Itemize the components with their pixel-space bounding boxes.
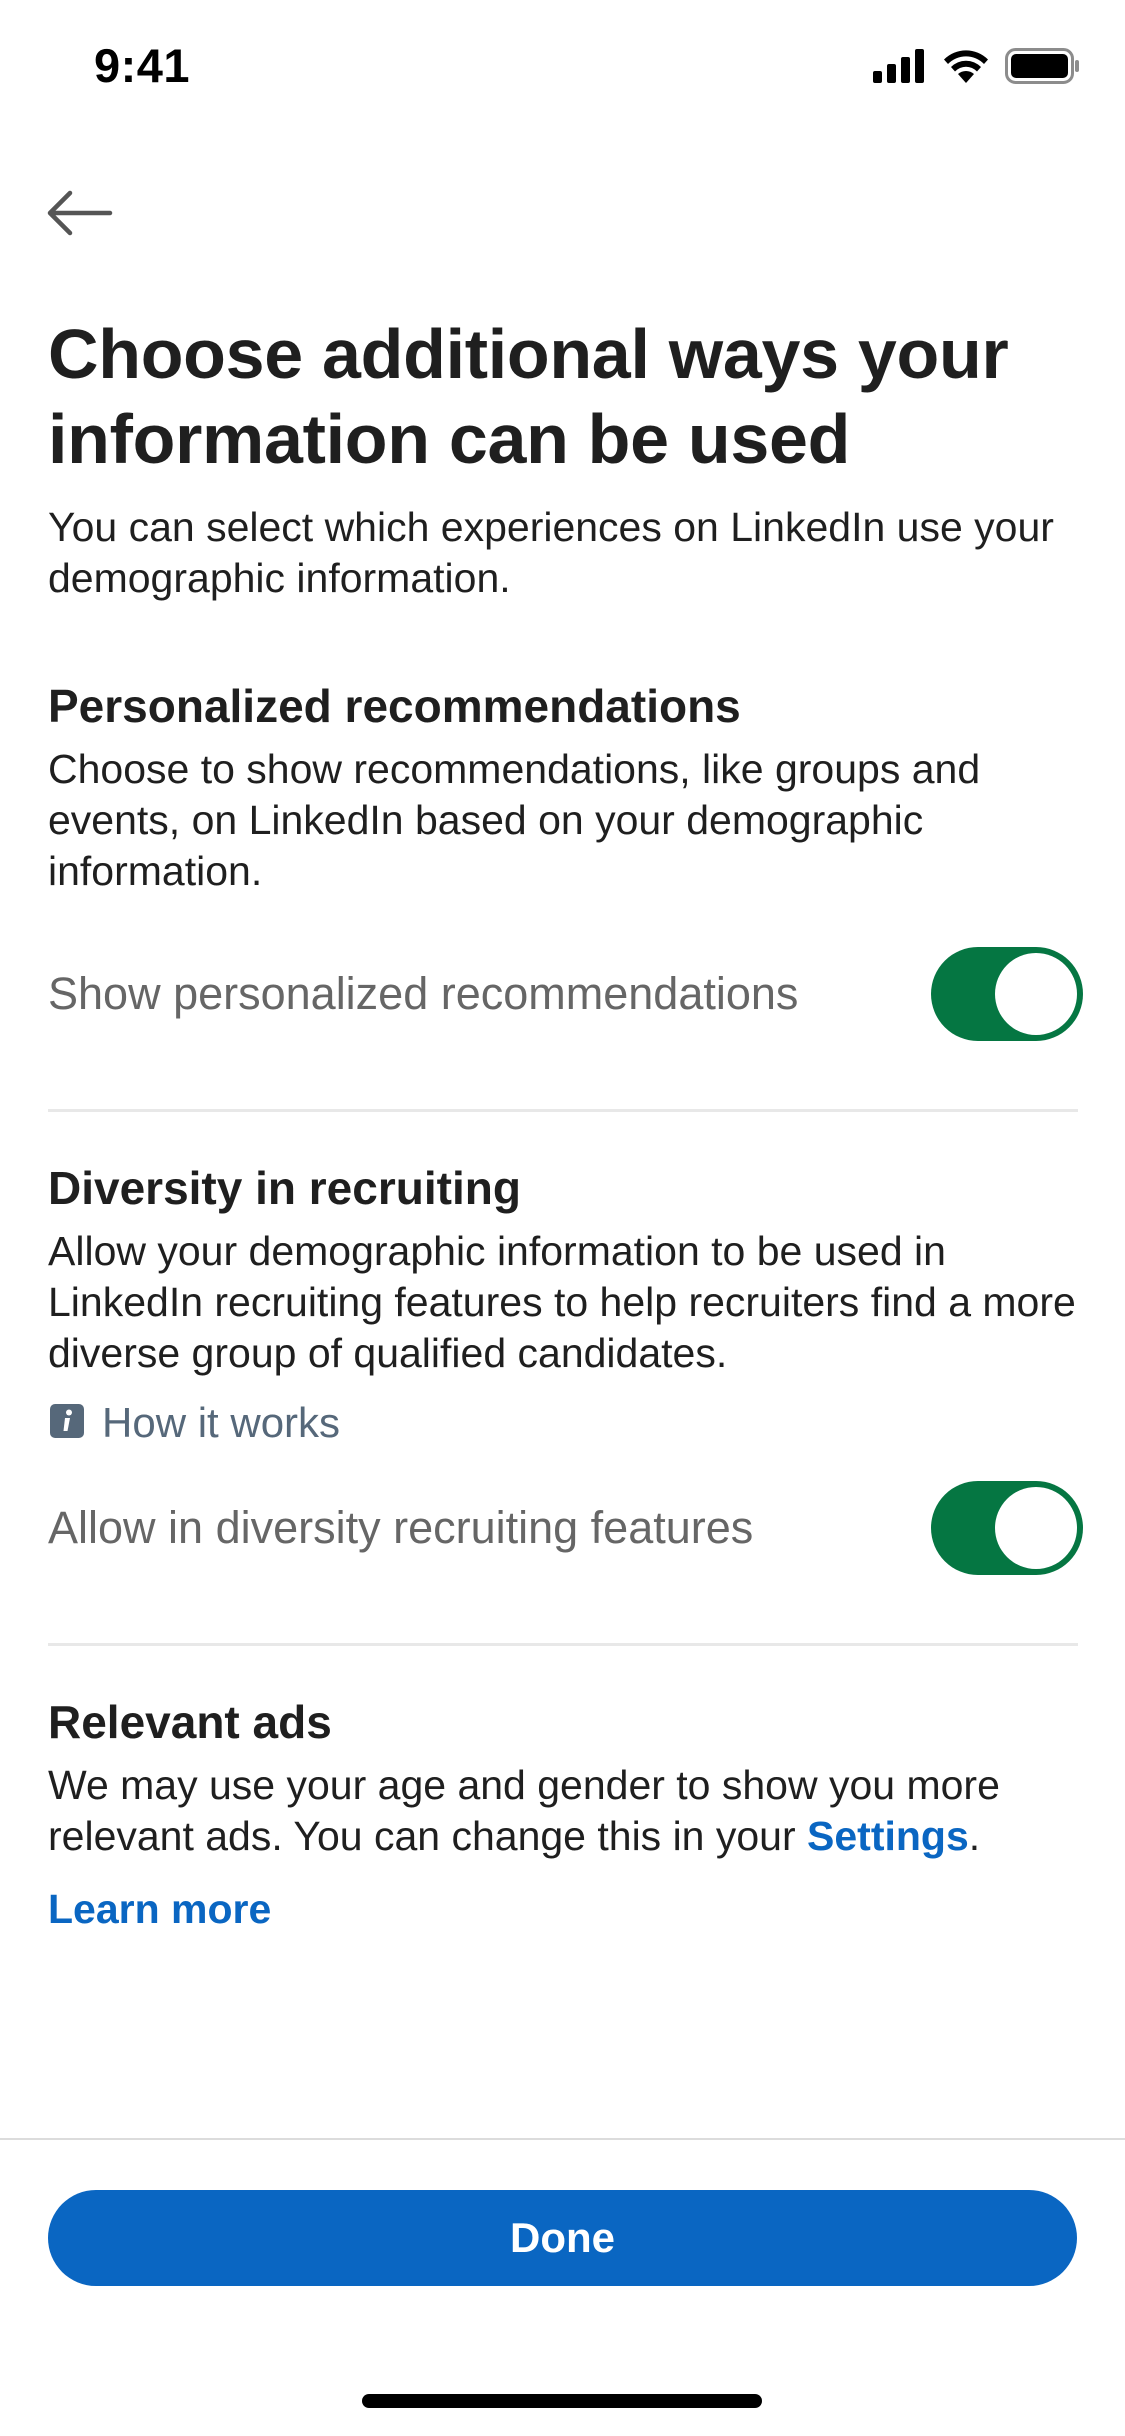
home-indicator xyxy=(362,2394,762,2408)
page-title: Choose additional ways your information … xyxy=(48,315,1009,478)
toggle-knob xyxy=(995,1487,1077,1569)
battery-icon xyxy=(1005,47,1081,89)
personalized-recommendations-toggle[interactable] xyxy=(931,947,1083,1041)
screen: 9:41 Choose additional ways your informa… xyxy=(0,0,1125,2436)
learn-more-link[interactable]: Learn more xyxy=(48,1886,1078,1933)
section-relevant-ads: Relevant ads We may use your age and gen… xyxy=(48,1694,1078,1933)
section-description: Allow your demographic information to be… xyxy=(48,1228,1076,1376)
section-description: Choose to show recommendations, like gro… xyxy=(48,746,981,894)
section-description: We may use your age and gender to show y… xyxy=(48,1760,1078,1862)
section-diversity-in-recruiting: Diversity in recruiting Allow your demog… xyxy=(48,1160,1083,1575)
info-icon xyxy=(48,1402,86,1445)
cellular-signal-icon xyxy=(873,48,927,88)
how-it-works-label: How it works xyxy=(102,1399,341,1446)
section-personalized-recommendations: Personalized recommendations Choose to s… xyxy=(48,678,1083,1041)
toggle-label: Allow in diversity recruiting features xyxy=(48,1502,754,1553)
diversity-recruiting-toggle[interactable] xyxy=(931,1481,1083,1575)
toggle-knob xyxy=(995,953,1077,1035)
page-subtitle: You can select which experiences on Link… xyxy=(48,504,1054,601)
done-button[interactable]: Done xyxy=(48,2190,1077,2286)
toggle-row-diversity: Allow in diversity recruiting features xyxy=(48,1481,1083,1575)
toggle-label: Show personalized recommendations xyxy=(48,968,799,1019)
main-content: Choose additional ways your information … xyxy=(48,312,1083,1933)
section-heading: Relevant ads xyxy=(48,1696,332,1748)
status-time: 9:41 xyxy=(94,39,191,92)
back-button[interactable] xyxy=(44,180,120,250)
how-it-works-link[interactable]: How it works xyxy=(48,1399,1078,1447)
section-heading: Diversity in recruiting xyxy=(48,1162,521,1214)
divider xyxy=(48,1109,1078,1112)
toggle-row-personalized: Show personalized recommendations xyxy=(48,947,1083,1041)
section-heading: Personalized recommendations xyxy=(48,680,741,732)
arrow-left-icon xyxy=(44,188,114,243)
ads-description-suffix: . xyxy=(968,1813,981,1859)
status-icons xyxy=(873,47,1081,89)
footer-divider xyxy=(0,2138,1125,2140)
status-bar: 9:41 xyxy=(0,0,1125,140)
divider xyxy=(48,1643,1078,1646)
wifi-icon xyxy=(943,49,989,88)
settings-link[interactable]: Settings xyxy=(807,1813,969,1859)
